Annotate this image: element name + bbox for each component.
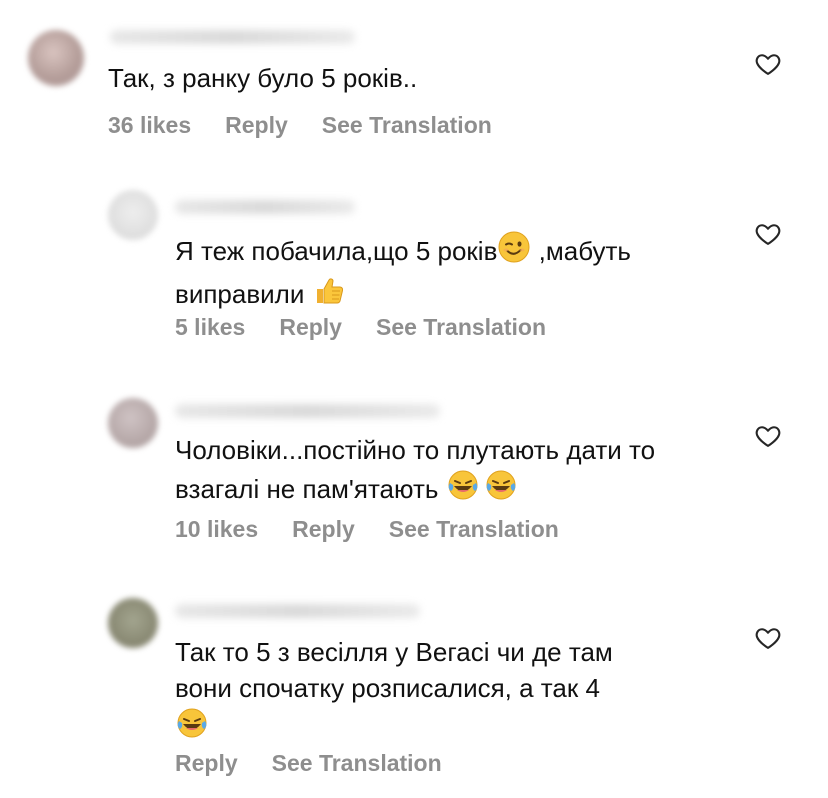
tears-of-joy-emoji-icon: [175, 706, 209, 749]
tears-of-joy-emoji-icon: [484, 468, 518, 511]
reply-button[interactable]: Reply: [225, 112, 288, 139]
see-translation-button[interactable]: See Translation: [376, 314, 546, 341]
heart-icon[interactable]: [754, 422, 782, 450]
comment-text-line2: вони спочатку розписалися, а так 4: [175, 673, 600, 703]
likes-count[interactable]: 5 likes: [175, 314, 245, 341]
see-translation-button[interactable]: See Translation: [389, 516, 559, 543]
comment-actions: Reply See Translation: [175, 750, 442, 777]
comment-text-line1: Так то 5 з весілля у Вегасі чи де там: [175, 637, 613, 667]
heart-icon[interactable]: [754, 50, 782, 78]
avatar[interactable]: [108, 398, 158, 448]
comment-text: Я теж побачила,що 5 років ,мабуть виправ…: [175, 230, 631, 316]
avatar[interactable]: [108, 598, 158, 648]
thumbs-up-emoji-icon: [312, 273, 346, 316]
heart-icon[interactable]: [754, 624, 782, 652]
reply-button[interactable]: Reply: [175, 750, 238, 777]
comment-text-line2: взагалі не пам'ятають: [175, 474, 446, 504]
username-blurred[interactable]: [175, 604, 420, 618]
username-blurred[interactable]: [175, 200, 355, 214]
comment-actions: 5 likes Reply See Translation: [175, 314, 546, 341]
wink-emoji-icon: [497, 230, 531, 273]
avatar[interactable]: [108, 190, 158, 240]
avatar[interactable]: [28, 30, 84, 86]
likes-count[interactable]: 36 likes: [108, 112, 191, 139]
comment-actions: 36 likes Reply See Translation: [108, 112, 492, 139]
reply-button[interactable]: Reply: [279, 314, 342, 341]
likes-count[interactable]: 10 likes: [175, 516, 258, 543]
tears-of-joy-emoji-icon: [446, 468, 480, 511]
comment-text: Так то 5 з весілля у Вегасі чи де там во…: [175, 634, 613, 749]
see-translation-button[interactable]: See Translation: [272, 750, 442, 777]
comment-text-line1: Я теж побачила,що 5 років: [175, 236, 498, 266]
comment-text-line2: виправили: [175, 279, 312, 309]
comment-actions: 10 likes Reply See Translation: [175, 516, 559, 543]
username-blurred[interactable]: [175, 404, 440, 418]
username-blurred[interactable]: [110, 30, 355, 44]
reply-button[interactable]: Reply: [292, 516, 355, 543]
comment-text: Чоловіки...постійно то плутають дати то …: [175, 432, 655, 511]
comment-text-line1: Чоловіки...постійно то плутають дати то: [175, 435, 656, 465]
heart-icon[interactable]: [754, 220, 782, 248]
see-translation-button[interactable]: See Translation: [322, 112, 492, 139]
comment-text: Так, з ранку було 5 років..: [108, 63, 418, 93]
